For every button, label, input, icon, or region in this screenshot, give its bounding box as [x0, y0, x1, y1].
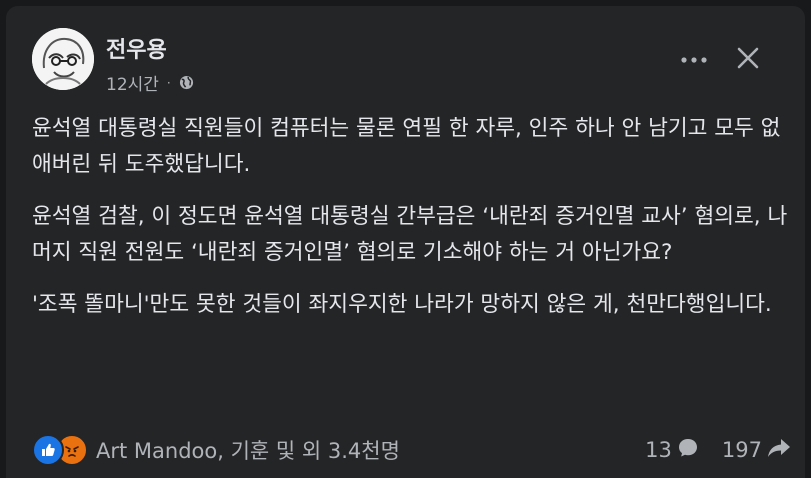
more-icon[interactable] [676, 46, 712, 74]
reactors-text[interactable]: Art Mandoo, 기훈 및 외 3.4천명 [96, 435, 400, 465]
post-time[interactable]: 12시간 [106, 70, 159, 95]
post-paragraph: 윤석열 대통령실 직원들이 컴퓨터는 물론 연필 한 자루, 인주 하나 안 남… [32, 116, 781, 177]
post-footer: Art Mandoo, 기훈 및 외 3.4천명 13 197 [32, 430, 792, 470]
comments-count[interactable]: 13 [645, 436, 700, 465]
author-name[interactable]: 전우용 [106, 32, 167, 64]
post-body: 윤석열 대통령실 직원들이 컴퓨터는 물론 연필 한 자루, 인주 하나 안 남… [32, 111, 792, 339]
post-paragraph: 윤석열 검찰, 이 정도면 윤석열 대통령실 간부급은 ‘내란죄 증거인멸 교사… [32, 204, 788, 265]
comment-icon [676, 436, 700, 465]
author-avatar[interactable] [32, 28, 94, 90]
share-count: 197 [721, 438, 762, 462]
comment-count: 13 [645, 438, 672, 462]
engagement-counts: 13 197 [629, 436, 792, 465]
reaction-icons[interactable] [32, 434, 88, 466]
post-card: 전우용 12시간 · 윤석열 대통령실 직원들이 컴퓨터는 물론 연필 한 자루… [6, 6, 805, 478]
globe-icon [179, 75, 194, 90]
meta-separator: · [166, 75, 171, 90]
share-icon [766, 436, 792, 465]
shares-count[interactable]: 197 [722, 436, 792, 465]
like-icon [32, 434, 64, 466]
post-paragraph: '조폭 똘마니'만도 못한 것들이 좌지우지한 나라가 망하지 않은 게, 천만… [32, 292, 772, 317]
post-meta: 12시간 · [106, 70, 194, 95]
close-icon[interactable] [728, 38, 768, 78]
